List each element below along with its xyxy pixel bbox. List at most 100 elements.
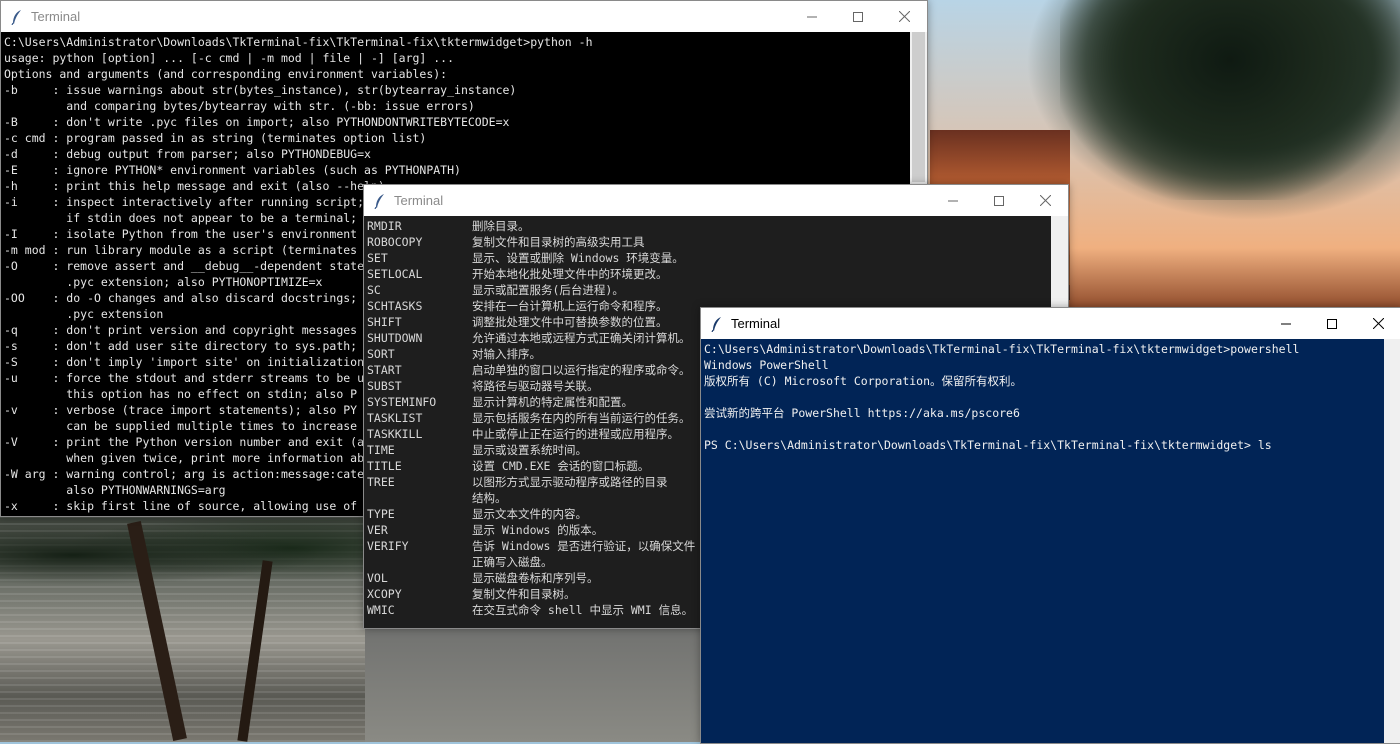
command-name: SC	[367, 283, 381, 297]
command-description: 复制文件和目录树。	[472, 587, 576, 601]
window-title: Terminal	[394, 193, 444, 208]
wallpaper-tree	[1060, 0, 1400, 200]
output-line: -B : don't write .pyc files on import; a…	[4, 115, 510, 129]
command-name: SCHTASKS	[367, 299, 423, 313]
command-name: SHUTDOWN	[367, 331, 423, 345]
command-description: 开始本地化批处理文件中的环境更改。	[472, 267, 668, 281]
command-description: 告诉 Windows 是否进行验证，以确保文件	[472, 539, 696, 553]
feather-icon	[372, 193, 388, 209]
maximize-icon	[1327, 318, 1337, 329]
command-description: 显示文本文件的内容。	[472, 507, 587, 521]
output-line: -c cmd : program passed in as string (te…	[4, 131, 427, 145]
terminal-window-powershell[interactable]: Terminal C:\Users\Administrator\Download…	[700, 307, 1400, 744]
command-name: XCOPY	[367, 587, 402, 601]
output-line: C:\Users\Administrator\Downloads\TkTermi…	[4, 35, 593, 49]
help-row: ROBOCOPY 复制文件和目录树的高级实用工具	[367, 234, 1051, 250]
command-name: SUBST	[367, 379, 402, 393]
command-name: ROBOCOPY	[367, 235, 423, 249]
command-name	[367, 554, 472, 570]
command-description: 安排在一台计算机上运行命令和程序。	[472, 299, 668, 313]
minimize-icon	[948, 200, 958, 201]
command-name: TYPE	[367, 507, 395, 521]
minimize-button[interactable]	[789, 1, 835, 32]
command-description: 允许通过本地或远程方式正确关闭计算机。	[472, 331, 691, 345]
output-line: -b : issue warnings about str(bytes_inst…	[4, 83, 517, 97]
output-line: usage: python [option] ... [-c cmd | -m …	[4, 51, 455, 65]
maximize-icon	[994, 195, 1004, 206]
command-description: 结构。	[472, 491, 507, 505]
output-line: -d : debug output from parser; also PYTH…	[4, 147, 371, 161]
minimize-button[interactable]	[930, 185, 976, 216]
output-line: PS C:\Users\Administrator\Downloads\TkTe…	[704, 438, 1272, 452]
scrollbar[interactable]	[1384, 339, 1400, 743]
title-bar[interactable]: Terminal	[1, 1, 927, 32]
window-title: Terminal	[31, 9, 81, 24]
minimize-icon	[807, 16, 817, 17]
caption-buttons	[1263, 308, 1400, 339]
command-name: VOL	[367, 571, 388, 585]
command-description: 调整批处理文件中可替换参数的位置。	[472, 315, 668, 329]
command-name: TASKLIST	[367, 411, 423, 425]
close-icon	[898, 11, 910, 22]
output-line: and comparing bytes/bytearray with str. …	[4, 99, 475, 113]
command-name: SYSTEMINFO	[367, 395, 437, 409]
close-button[interactable]	[881, 1, 927, 32]
minimize-icon	[1281, 323, 1291, 324]
output-line: 尝试新的跨平台 PowerShell https://aka.ms/pscore…	[704, 406, 1020, 420]
output-line: 版权所有 (C) Microsoft Corporation。保留所有权利。	[704, 374, 1023, 388]
help-row: SET 显示、设置或删除 Windows 环境变量。	[367, 250, 1051, 266]
minimize-button[interactable]	[1263, 308, 1309, 339]
scrollbar-thumb[interactable]	[912, 32, 925, 182]
command-description: 显示磁盘卷标和序列号。	[472, 571, 599, 585]
command-name: SET	[367, 251, 388, 265]
command-name: TIME	[367, 443, 395, 457]
caption-buttons	[930, 185, 1068, 216]
command-description: 将路径与驱动器号关联。	[472, 379, 599, 393]
maximize-button[interactable]	[1309, 308, 1355, 339]
command-name: WMIC	[367, 603, 395, 617]
output-line: C:\Users\Administrator\Downloads\TkTermi…	[704, 342, 1300, 356]
command-description: 复制文件和目录树的高级实用工具	[472, 235, 645, 249]
maximize-icon	[853, 11, 863, 22]
command-description: 显示或配置服务(后台进程)。	[472, 283, 624, 297]
caption-buttons	[789, 1, 927, 32]
command-name: TASKKILL	[367, 427, 423, 441]
close-icon	[1372, 318, 1384, 329]
command-description: 显示计算机的特定属性和配置。	[472, 395, 633, 409]
command-description: 正确写入磁盘。	[472, 555, 553, 569]
command-name: SORT	[367, 347, 395, 361]
command-description: 对输入排序。	[472, 347, 541, 361]
output-line: -E : ignore PYTHON* environment variable…	[4, 163, 461, 177]
command-description: 显示包括服务在内的所有当前运行的任务。	[472, 411, 691, 425]
output-line: Windows PowerShell	[704, 358, 829, 372]
maximize-button[interactable]	[835, 1, 881, 32]
command-name: START	[367, 363, 402, 377]
command-description: 启动单独的窗口以运行指定的程序或命令。	[472, 363, 691, 377]
command-name: SHIFT	[367, 315, 402, 329]
close-button[interactable]	[1022, 185, 1068, 216]
feather-icon	[9, 9, 25, 25]
command-name: VER	[367, 523, 388, 537]
wallpaper-foliage	[0, 520, 365, 590]
command-name	[367, 490, 472, 506]
output-line: Options and arguments (and corresponding…	[4, 67, 448, 81]
command-name: RMDIR	[367, 219, 402, 233]
title-bar[interactable]: Terminal	[701, 308, 1400, 339]
command-name: TREE	[367, 475, 395, 489]
help-row: SETLOCAL 开始本地化批处理文件中的环境更改。	[367, 266, 1051, 282]
title-bar[interactable]: Terminal	[364, 185, 1068, 216]
terminal-output[interactable]: C:\Users\Administrator\Downloads\TkTermi…	[701, 339, 1384, 743]
maximize-button[interactable]	[976, 185, 1022, 216]
close-button[interactable]	[1355, 308, 1400, 339]
command-description: 以图形方式显示驱动程序或路径的目录	[472, 475, 668, 489]
feather-icon	[709, 316, 725, 332]
help-row: RMDIR 删除目录。	[367, 218, 1051, 234]
command-description: 中止或停止正在运行的进程或应用程序。	[472, 427, 679, 441]
command-description: 显示或设置系统时间。	[472, 443, 587, 457]
command-description: 显示、设置或删除 Windows 环境变量。	[472, 251, 684, 265]
close-icon	[1039, 195, 1051, 206]
command-name: VERIFY	[367, 539, 409, 553]
command-description: 显示 Windows 的版本。	[472, 523, 604, 537]
